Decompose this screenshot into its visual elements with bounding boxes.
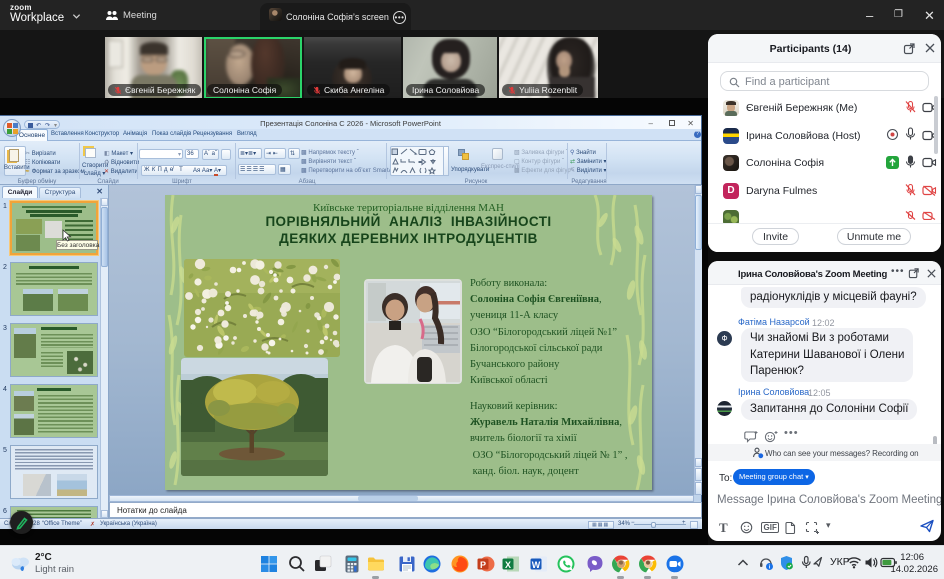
svg-text:W: W xyxy=(532,560,541,570)
svg-text:X: X xyxy=(505,560,511,570)
svg-text:P: P xyxy=(480,560,486,570)
svg-text:zoom: zoom xyxy=(672,572,678,575)
